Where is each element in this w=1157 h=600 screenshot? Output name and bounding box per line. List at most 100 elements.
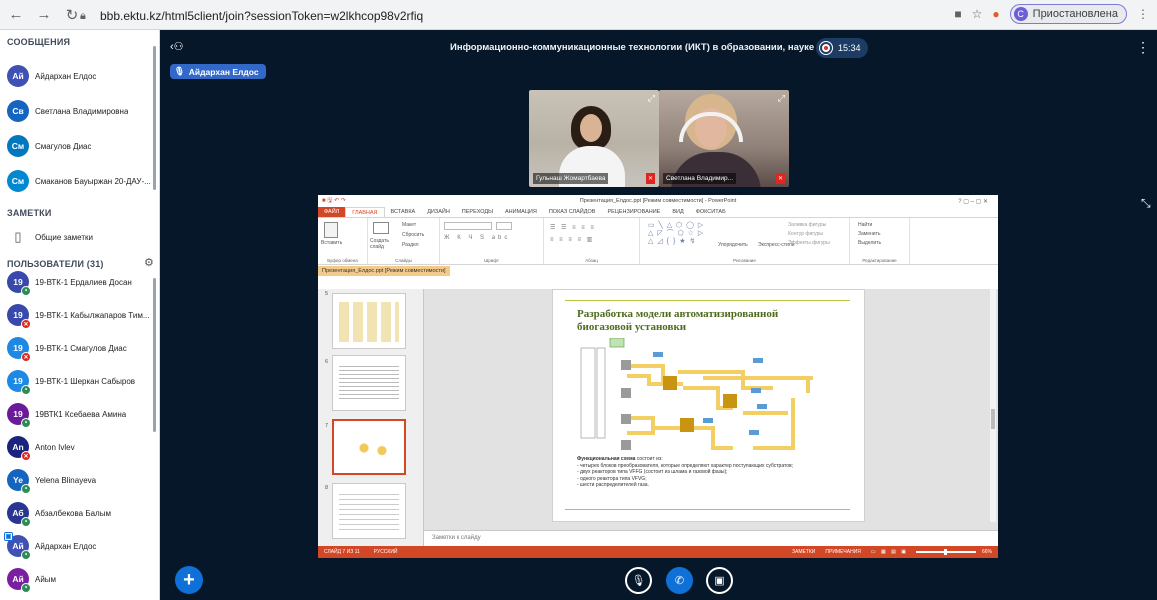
video-tile[interactable]: ⤢ Светлана Владимир... ✕: [659, 90, 789, 187]
user-list-item[interactable]: Ай • ▣ Айдархан Елдос: [4, 532, 157, 560]
options-menu-icon[interactable]: ⋮: [1136, 39, 1150, 56]
ribbon-tab[interactable]: ФОКСИТАБ: [690, 207, 732, 217]
new-slide-button[interactable]: Создать слайд: [370, 238, 394, 250]
chat-item[interactable]: Ай Айдархан Елдос: [7, 62, 157, 90]
webcam-off-icon: ▣: [714, 575, 725, 587]
actions-plus-button[interactable]: +: [175, 566, 203, 594]
comments-toggle[interactable]: ПРИМЕЧАНИЯ: [825, 549, 861, 555]
slide-title: Разработка модели автоматизированной био…: [577, 308, 778, 334]
ribbon-tab[interactable]: ПЕРЕХОДЫ: [456, 207, 499, 217]
chat-item[interactable]: Св Светлана Владимировна: [7, 97, 157, 125]
ribbon-tab[interactable]: ПОКАЗ СЛАЙДОВ: [543, 207, 602, 217]
leave-audio-button[interactable]: ✆: [666, 567, 693, 594]
user-list-item[interactable]: Ай • Айым: [7, 565, 157, 593]
toggle-userlist-icon[interactable]: ‹⚇: [170, 40, 184, 53]
shape-effects-button[interactable]: Эффекты фигуры: [788, 240, 830, 246]
font-name-dropdown[interactable]: [444, 222, 492, 230]
view-icons[interactable]: ▭ ▦ ▤ ▣: [871, 549, 908, 555]
slide-canvas[interactable]: Разработка модели автоматизированной био…: [552, 289, 865, 522]
meeting-topbar: ‹⚇ Информационно-коммуникационные технол…: [160, 30, 1157, 64]
ribbon-tab[interactable]: АНИМАЦИЯ: [499, 207, 543, 217]
address-bar[interactable]: 🔒︎ bbb.ektu.kz/html5client/join?sessionT…: [80, 6, 940, 25]
scroll-thumb[interactable]: [991, 409, 995, 429]
mute-microphone-button[interactable]: 🎙︎: [625, 567, 652, 594]
shapes-gallery[interactable]: ▭ ╲ △ ⬡ ◯ ▷ △ ◸ ⌒ ⬠ ☆ ▷ △ ◿ { } ★ ↯: [648, 222, 704, 246]
ribbon-tab[interactable]: ВИД: [666, 207, 689, 217]
font-format-icons[interactable]: Ж К Ч S abc: [444, 235, 510, 241]
zoom-level[interactable]: 66%: [982, 549, 992, 555]
screenshare-powerpoint[interactable]: ■ 🖫 ↶ ↷ Презентация_Елдос.ppt [Режим сов…: [318, 195, 998, 558]
chat-item[interactable]: См Смагулов Диас: [7, 132, 157, 160]
ribbon-tab[interactable]: ДИЗАЙН: [421, 207, 456, 217]
slide-thumbnail[interactable]: [332, 483, 406, 539]
language-indicator[interactable]: РУССКИЙ: [374, 549, 398, 555]
font-size-dropdown[interactable]: [496, 222, 512, 230]
user-list-item[interactable]: 19 • 19-ВТК-1 Ердалиев Досан: [7, 268, 157, 296]
new-slide-icon[interactable]: [373, 222, 389, 234]
ribbon-tab[interactable]: РЕЦЕНЗИРОВАНИЕ: [601, 207, 666, 217]
ppt-vertical-scrollbar[interactable]: [990, 289, 996, 522]
notes-toggle[interactable]: ЗАМЕТКИ: [792, 549, 815, 555]
align-icons[interactable]: ≡ ≡ ≡ ≡ ▥: [550, 236, 594, 243]
zoom-slider[interactable]: [915, 549, 976, 555]
expand-icon[interactable]: ⤢: [648, 93, 655, 104]
browser-menu-icon[interactable]: ⋮: [1137, 7, 1149, 21]
users-scrollbar[interactable]: [153, 278, 156, 432]
user-list-item[interactable]: An ✕ Anton Ivlev: [7, 433, 157, 461]
back-icon[interactable]: ←: [4, 3, 28, 27]
find-button[interactable]: Найти: [858, 222, 872, 228]
ribbon-drawing: ▭ ╲ △ ⬡ ◯ ▷ △ ◸ ⌒ ⬠ ☆ ▷ △ ◿ { } ★ ↯ Упоряд…: [640, 218, 850, 264]
ribbon-tab[interactable]: ФАЙЛ: [318, 207, 346, 217]
fullscreen-icon[interactable]: ⤡: [1141, 196, 1151, 211]
shape-outline-button[interactable]: Контур фигуры: [788, 231, 823, 237]
section-button[interactable]: Раздел: [402, 242, 419, 248]
notes-pane[interactable]: Заметки к слайду: [424, 530, 998, 546]
user-list-item[interactable]: Ye • Yelena Blinayeva: [7, 466, 157, 494]
user-list-item[interactable]: 19 • 19-ВТК-1 Шеркан Сабыров: [7, 367, 157, 395]
forward-icon[interactable]: →: [32, 3, 56, 27]
ribbon-tab[interactable]: ВСТАВКА: [385, 207, 422, 217]
recording-indicator[interactable]: 15:34: [816, 38, 868, 58]
paste-icon[interactable]: [324, 222, 338, 238]
muted-icon: ✕: [646, 173, 655, 184]
control-block: [609, 338, 625, 348]
messages-scrollbar[interactable]: [153, 46, 156, 190]
thumb-number: 8: [325, 485, 329, 491]
paste-button[interactable]: Вставить: [321, 240, 342, 246]
shared-notes-item[interactable]: ▯ Общие заметки: [7, 223, 157, 251]
slide-thumbnail[interactable]: [332, 355, 406, 411]
document-tab[interactable]: Презентация_Елдос.ppt [Режим совместимос…: [318, 266, 450, 276]
share-webcam-button[interactable]: ▣: [706, 567, 733, 594]
slide-thumbnail-selected[interactable]: [332, 419, 406, 475]
video-tile[interactable]: ⤢ Гульнаш Жомартбаева ✕: [529, 90, 659, 187]
ribbon-tab[interactable]: ГЛАВНАЯ: [345, 207, 385, 217]
reset-button[interactable]: Сбросить: [402, 232, 424, 238]
user-list-item[interactable]: 19 • 19ВТК1 Ксебаева Амина: [7, 400, 157, 428]
slide-thumbnail[interactable]: [332, 293, 406, 349]
expand-icon[interactable]: ⤢: [778, 93, 785, 104]
zoom-thumb[interactable]: [943, 549, 947, 555]
user-list-item[interactable]: Аб • Абзалбекова Балым: [7, 499, 157, 527]
user-list-item[interactable]: 19 ✕ 19-ВТК-1 Кабылжапаров Тим...: [7, 301, 157, 329]
profile-button[interactable]: С Приостановлена: [1009, 4, 1127, 24]
group-label: Буфер обмена: [327, 258, 358, 263]
user-name: 19ВТК1 Ксебаева Амина: [35, 409, 127, 419]
url-text[interactable]: bbb.ektu.kz/html5client/join?sessionToke…: [100, 9, 423, 23]
star-icon[interactable]: ☆: [972, 7, 983, 21]
slide-lead: Функциональная схема состоит из:: [577, 456, 857, 463]
chat-item[interactable]: См Смаканов Бауыржан 20-ДАУ-...: [7, 167, 157, 195]
paragraph-icons[interactable]: ☰ ☰ ≡ ≡ ≡: [550, 224, 596, 231]
replace-button[interactable]: Заменить: [858, 231, 880, 237]
input-columns: [580, 347, 606, 439]
thumb-number: 5: [325, 291, 329, 297]
camera-icon[interactable]: ■: [954, 7, 961, 21]
input-column: [596, 347, 606, 439]
shape-fill-button[interactable]: Заливка фигуры: [788, 222, 826, 228]
extension-icon[interactable]: ●: [992, 7, 999, 21]
layout-button[interactable]: Макет: [402, 222, 416, 228]
avatar: 19 ✕: [7, 337, 31, 362]
arrange-button[interactable]: Упорядочить: [718, 242, 748, 248]
connector: [627, 416, 683, 430]
select-button[interactable]: Выделить: [858, 240, 881, 246]
user-list-item[interactable]: 19 ✕ 19-ВТК-1 Смагулов Диас: [7, 334, 157, 362]
